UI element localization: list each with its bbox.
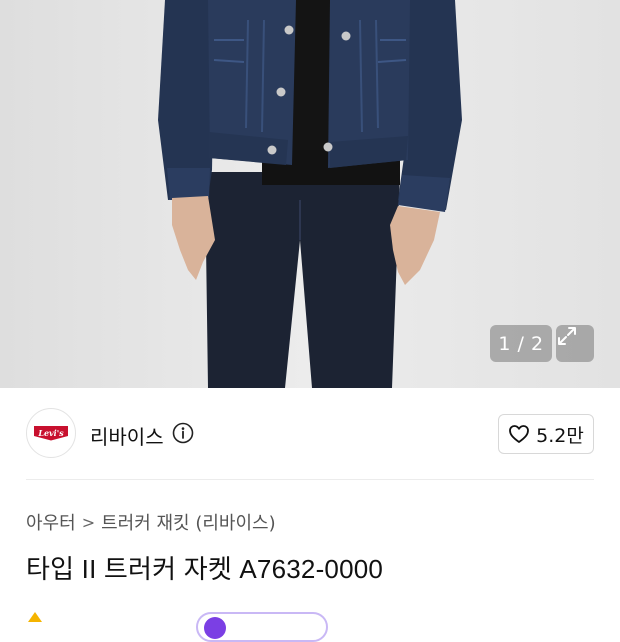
like-count: 5.2만: [536, 424, 584, 447]
levis-logo: Levi's: [34, 425, 68, 441]
divider: [26, 479, 594, 480]
chevron-right-icon: >: [81, 512, 96, 532]
info-icon[interactable]: [172, 422, 194, 448]
breadcrumb-category[interactable]: 아우터: [26, 509, 76, 535]
expand-button[interactable]: [556, 325, 594, 362]
image-counter: 1 / 2: [490, 325, 552, 362]
promo-chip[interactable]: [196, 612, 328, 642]
rating-icon: [28, 612, 42, 622]
heart-icon: [509, 425, 530, 443]
like-button[interactable]: 5.2만: [498, 414, 594, 454]
brand-name[interactable]: 리바이스: [90, 421, 164, 450]
expand-icon: [558, 327, 576, 345]
brand-logo[interactable]: Levi's: [26, 408, 76, 458]
brand-row: Levi's 리바이스 5.2만: [0, 388, 620, 480]
product-title: 타입 II 트러커 자켓 A7632-0000: [26, 554, 384, 584]
breadcrumb-subcategory[interactable]: 트러커 재킷 (리바이스): [101, 509, 276, 535]
breadcrumb: 아우터 > 트러커 재킷 (리바이스): [26, 509, 276, 535]
product-image-gallery[interactable]: 1 / 2: [0, 0, 620, 388]
promo-icon: [204, 617, 226, 639]
